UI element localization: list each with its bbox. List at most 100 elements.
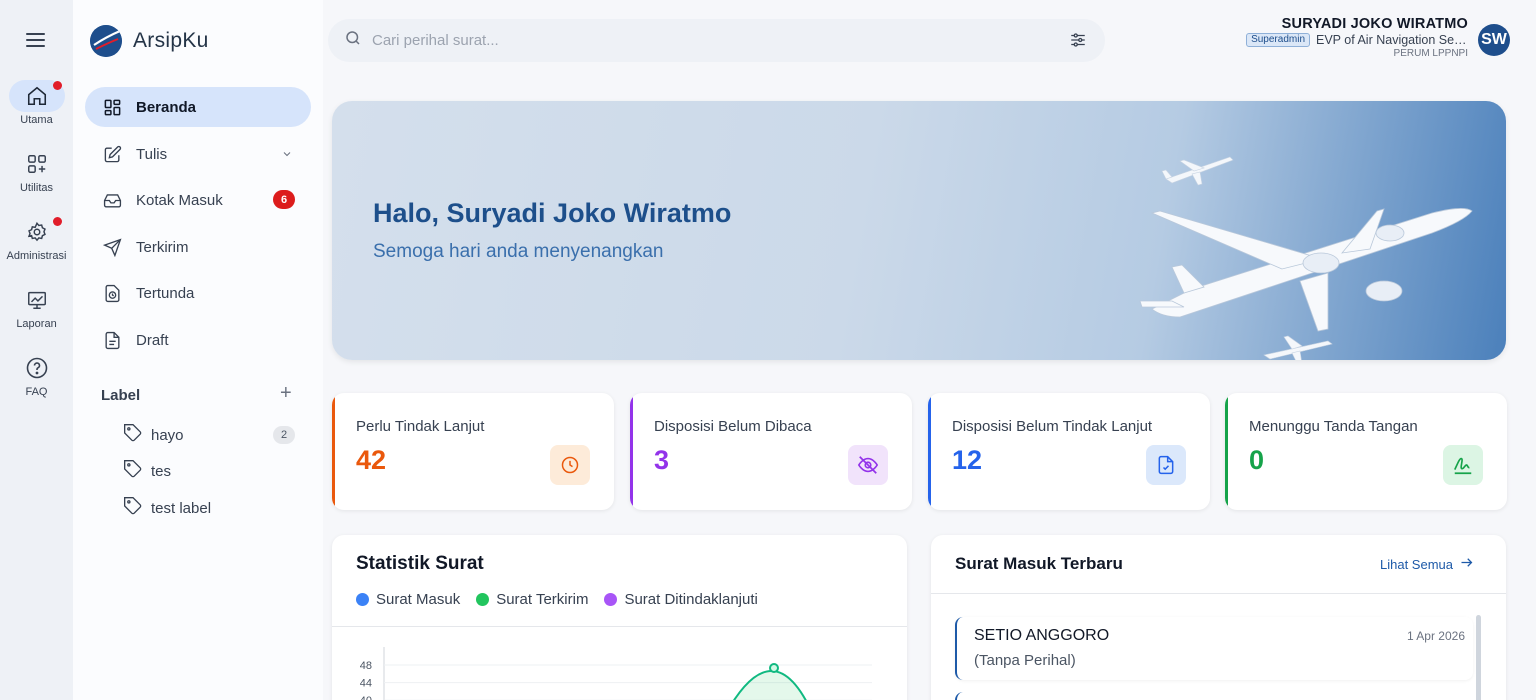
inbox-icon: [102, 190, 122, 210]
nav-item-kotak-masuk[interactable]: Kotak Masuk 6: [85, 180, 311, 220]
draft-icon: [102, 330, 122, 350]
search-bar[interactable]: [328, 19, 1105, 62]
signature-icon: [1443, 445, 1483, 485]
dashboard-icon: [102, 97, 122, 117]
stat-card-disposisi-belum-dibaca[interactable]: Disposisi Belum Dibaca 3: [630, 393, 912, 510]
nav-label: Terkirim: [136, 238, 189, 256]
y-tick-label: 40: [360, 695, 372, 700]
rail-label: Utilitas: [19, 182, 53, 194]
legend-item-surat-terkirim[interactable]: Surat Terkirim: [476, 591, 588, 608]
chart-legend: Surat Masuk Surat Terkirim Surat Ditinda…: [356, 591, 774, 608]
label-count: 2: [273, 426, 295, 444]
list-item[interactable]: [955, 692, 1473, 700]
user-profile[interactable]: SURYADI JOKO WIRATMO Superadmin EVP of A…: [1246, 16, 1510, 59]
avatar[interactable]: SW: [1478, 24, 1510, 56]
y-tick-label: 44: [360, 678, 372, 690]
see-all-link[interactable]: Lihat Semua: [1380, 555, 1474, 573]
stat-title: Menunggu Tanda Tangan: [1249, 418, 1418, 435]
line-chart: 48 44 40: [360, 647, 872, 700]
accent-bar: [1225, 393, 1228, 510]
rail-label: Utama: [20, 114, 53, 126]
search-icon: [344, 29, 362, 52]
label-item-hayo[interactable]: hayo 2: [123, 420, 299, 450]
mail-sender: SETIO ANGGORO: [974, 627, 1110, 644]
nav-rail: Utama Utilitas Administrasi Laporan FAQ: [0, 0, 73, 700]
nav-label: Draft: [136, 331, 169, 349]
label-name: hayo: [151, 426, 184, 444]
tag-icon: [123, 423, 143, 448]
arrow-right-icon: [1459, 555, 1474, 573]
legend-swatch: [356, 593, 369, 606]
tag-icon: [123, 496, 143, 521]
stat-title: Perlu Tindak Lanjut: [356, 418, 485, 435]
nav-label: Beranda: [136, 98, 197, 116]
user-position: EVP of Air Navigation Services: [1316, 33, 1468, 47]
hamburger-menu-icon[interactable]: [24, 30, 48, 50]
greeting: Halo, Suryadi Joko Wiratmo: [373, 198, 732, 228]
rail-item-administrasi[interactable]: Administrasi: [0, 216, 73, 262]
statistik-panel: Statistik Surat Surat Masuk Surat Terkir…: [332, 535, 907, 700]
legend-item-surat-masuk[interactable]: Surat Masuk: [356, 591, 460, 608]
stat-title: Disposisi Belum Dibaca: [654, 418, 812, 435]
nav-label: Tertunda: [136, 284, 195, 302]
legend-item-surat-ditindaklanjuti[interactable]: Surat Ditindaklanjuti: [604, 591, 758, 608]
notification-dot: [52, 217, 62, 226]
clock-icon: [550, 445, 590, 485]
mail-subject: (Tanpa Perihal): [974, 652, 1076, 669]
sidebar: ArsipKu Beranda Tulis Kotak Masuk 6 Terk…: [73, 0, 323, 700]
greeting-subtitle: Semoga hari anda menyenangkan: [373, 241, 664, 262]
airnav-logo: [90, 25, 122, 57]
gear-icon: [9, 216, 65, 248]
add-label-button[interactable]: +: [280, 383, 292, 403]
accent-bar: [332, 393, 335, 510]
nav-item-beranda[interactable]: Beranda: [85, 87, 311, 127]
panel-title: Surat Masuk Terbaru: [955, 554, 1123, 573]
rail-label: Laporan: [16, 318, 57, 330]
home-icon: [8, 80, 65, 112]
rail-item-utilitas[interactable]: Utilitas: [0, 148, 73, 194]
legend-label: Surat Terkirim: [496, 591, 589, 608]
rail-item-laporan[interactable]: Laporan: [0, 284, 73, 330]
rail-item-faq[interactable]: FAQ: [0, 352, 73, 398]
label-item-tes[interactable]: tes: [123, 456, 299, 486]
brand[interactable]: ArsipKu: [90, 25, 209, 57]
stat-card-menunggu-tanda-tangan[interactable]: Menunggu Tanda Tangan 0: [1225, 393, 1507, 510]
rail-label: Administrasi: [6, 250, 67, 262]
filter-icon[interactable]: [1069, 31, 1087, 54]
nav-item-terkirim[interactable]: Terkirim: [85, 227, 311, 267]
stat-card-disposisi-belum-tindak-lanjut[interactable]: Disposisi Belum Tindak Lanjut 12: [928, 393, 1210, 510]
nav-item-draft[interactable]: Draft: [85, 320, 311, 360]
accent-bar: [630, 393, 633, 510]
rail-item-utama[interactable]: Utama: [0, 80, 73, 126]
unread-count-badge: 6: [273, 190, 295, 209]
user-info: SURYADI JOKO WIRATMO Superadmin EVP of A…: [1246, 16, 1468, 59]
nav-item-tertunda[interactable]: Tertunda: [85, 273, 311, 313]
chevron-down-icon[interactable]: [281, 147, 293, 165]
stat-value: 42: [356, 445, 387, 475]
role-badge: Superadmin: [1246, 33, 1310, 47]
scrollbar[interactable]: [1476, 615, 1481, 700]
welcome-banner: Halo, Suryadi Joko Wiratmo Semoga hari a…: [332, 101, 1506, 360]
legend-swatch: [604, 593, 618, 606]
stat-value: 0: [1249, 445, 1265, 475]
stat-title: Disposisi Belum Tindak Lanjut: [952, 418, 1153, 435]
stat-value: 12: [952, 445, 983, 475]
legend-label: Surat Ditindaklanjuti: [624, 591, 758, 608]
recent-inbox-panel: Surat Masuk Terbaru Lihat Semua SETIO AN…: [931, 535, 1506, 700]
nav-item-tulis[interactable]: Tulis: [85, 134, 311, 174]
user-organization: PERUM LPPNPI: [1393, 48, 1468, 59]
label-section-heading: Label: [101, 387, 141, 404]
airplanes-illustration: [1139, 156, 1473, 360]
search-input[interactable]: [372, 32, 1022, 49]
nav-label: Tulis: [136, 145, 168, 163]
list-item[interactable]: SETIO ANGGORO (Tanpa Perihal) 1 Apr 2026: [955, 617, 1473, 680]
label-item-test-label[interactable]: test label: [123, 493, 299, 523]
rail-label: FAQ: [25, 386, 48, 398]
label-name: tes: [151, 462, 172, 480]
data-point-peak[interactable]: [769, 663, 779, 673]
edit-icon: [102, 144, 122, 164]
stat-card-perlu-tindak-lanjut[interactable]: Perlu Tindak Lanjut 42: [332, 393, 614, 510]
pending-icon: [102, 283, 122, 303]
accent-bar: [928, 393, 931, 510]
notification-dot: [52, 81, 62, 90]
